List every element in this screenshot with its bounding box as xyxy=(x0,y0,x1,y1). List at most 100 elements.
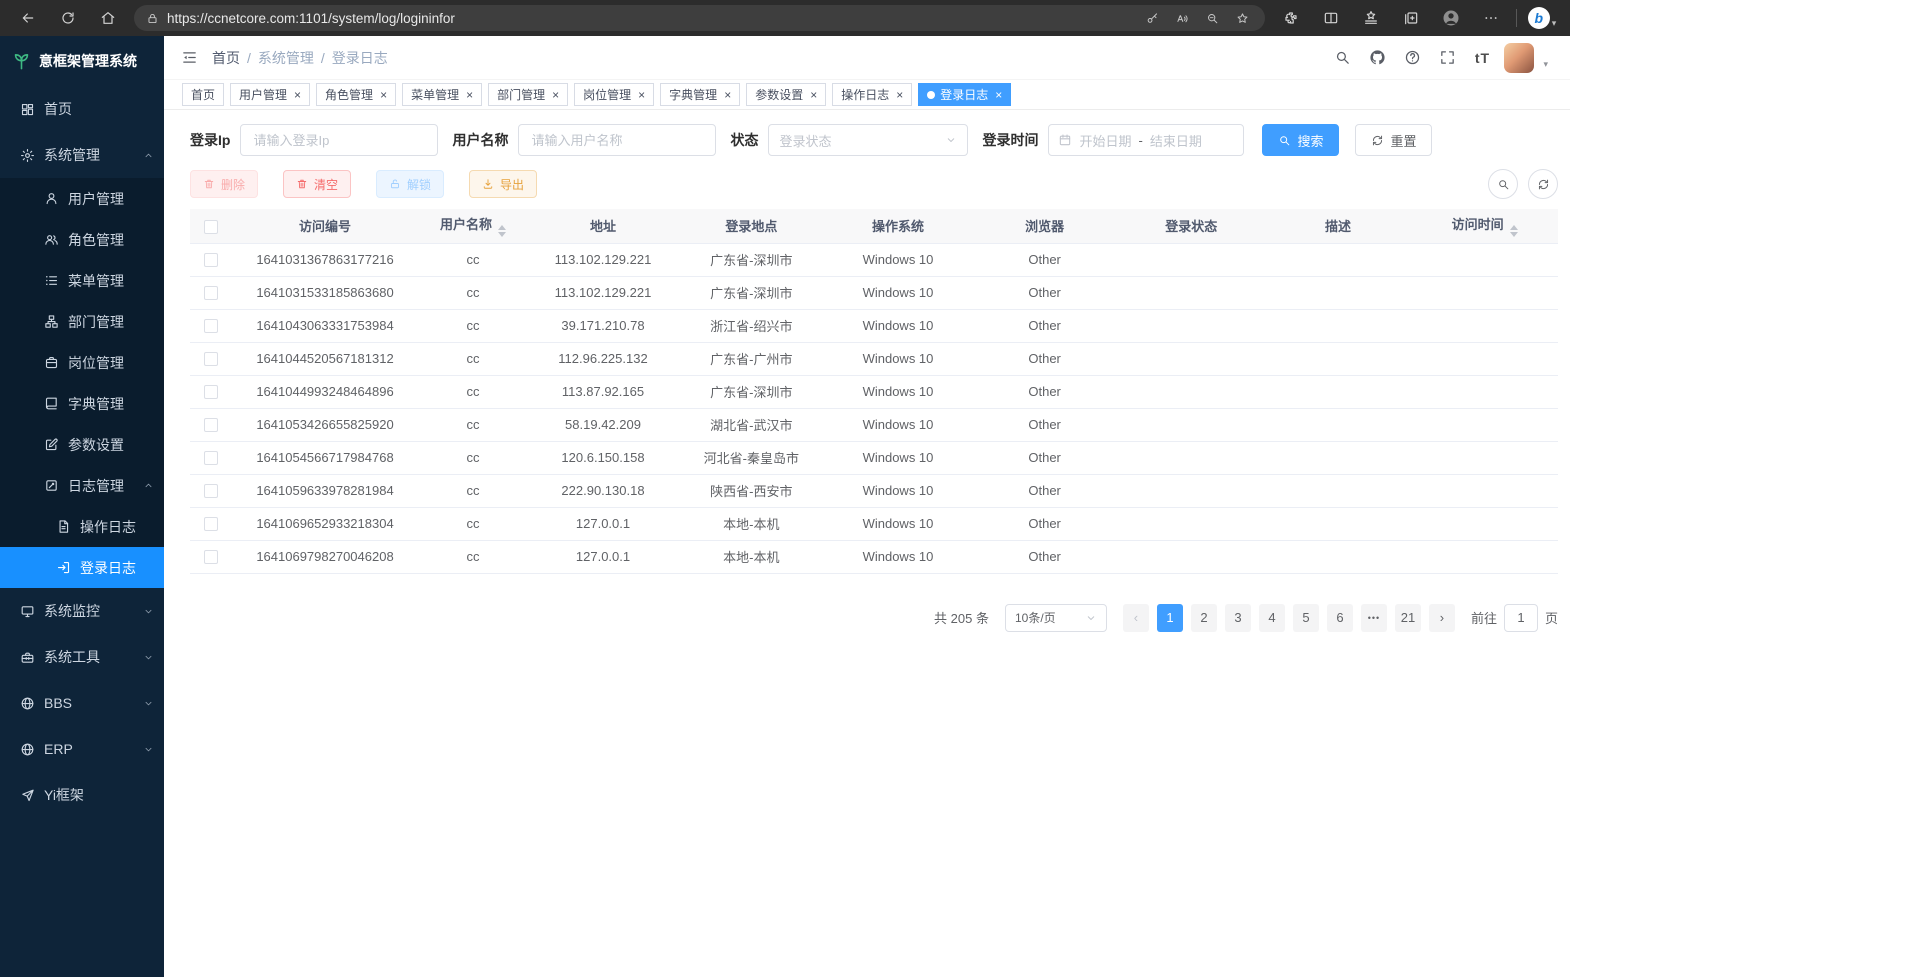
user-name-input[interactable] xyxy=(518,124,716,156)
row-checkbox[interactable] xyxy=(204,517,218,531)
sidebar-item-system-monitor[interactable]: 系统监控 xyxy=(0,588,164,634)
collections-button[interactable] xyxy=(1391,3,1431,33)
sort-descending-icon[interactable] xyxy=(498,232,506,237)
row-checkbox[interactable] xyxy=(204,352,218,366)
page-button-3[interactable]: 3 xyxy=(1225,604,1251,632)
row-checkbox[interactable] xyxy=(204,253,218,267)
zoom-button[interactable] xyxy=(1197,6,1227,30)
tab-post-management[interactable]: 岗位管理× xyxy=(574,83,654,106)
close-tab-icon[interactable]: × xyxy=(896,89,903,101)
page-button-1[interactable]: 1 xyxy=(1157,604,1183,632)
refresh-table-button[interactable] xyxy=(1528,169,1558,199)
export-button[interactable]: 导出 xyxy=(469,170,537,198)
row-checkbox[interactable] xyxy=(204,451,218,465)
add-favorite-button[interactable] xyxy=(1227,6,1257,30)
page-button-6[interactable]: 6 xyxy=(1327,604,1353,632)
sidebar-item-role-management[interactable]: 角色管理 xyxy=(0,219,164,260)
page-size-select[interactable]: 10条/页 xyxy=(1005,604,1107,632)
sidebar-item-menu-management[interactable]: 菜单管理 xyxy=(0,260,164,301)
password-key-button[interactable] xyxy=(1137,6,1167,30)
browser-profile-button[interactable] xyxy=(1431,3,1471,33)
tab-menu-management[interactable]: 菜单管理× xyxy=(402,83,482,106)
row-checkbox[interactable] xyxy=(204,550,218,564)
tab-dept-management[interactable]: 部门管理× xyxy=(488,83,568,106)
read-aloud-button[interactable] xyxy=(1167,6,1197,30)
row-checkbox[interactable] xyxy=(204,319,218,333)
close-tab-icon[interactable]: × xyxy=(466,89,473,101)
sidebar-item-user-management[interactable]: 用户管理 xyxy=(0,178,164,219)
sort-ascending-icon[interactable] xyxy=(1510,225,1518,230)
sidebar-item-operation-log[interactable]: 操作日志 xyxy=(0,506,164,547)
sidebar-item-login-log[interactable]: 登录日志 xyxy=(0,547,164,588)
close-tab-icon[interactable]: × xyxy=(638,89,645,101)
close-tab-icon[interactable]: × xyxy=(294,89,301,101)
font-size-button[interactable]: tT xyxy=(1469,45,1495,71)
close-tab-icon[interactable]: × xyxy=(380,89,387,101)
page-button-5[interactable]: 5 xyxy=(1293,604,1319,632)
header-search-button[interactable] xyxy=(1329,45,1355,71)
tab-user-management[interactable]: 用户管理× xyxy=(230,83,310,106)
close-tab-icon[interactable]: × xyxy=(810,89,817,101)
breadcrumb-home[interactable]: 首页 xyxy=(212,48,240,68)
page-button-2[interactable]: 2 xyxy=(1191,604,1217,632)
reset-button[interactable]: 重置 xyxy=(1355,124,1432,156)
extensions-button[interactable] xyxy=(1271,3,1311,33)
next-page-button[interactable]: › xyxy=(1429,604,1455,632)
clear-button[interactable]: 清空 xyxy=(283,170,351,198)
sidebar-item-param-settings[interactable]: 参数设置 xyxy=(0,424,164,465)
close-tab-icon[interactable]: × xyxy=(995,89,1002,101)
sort-descending-icon[interactable] xyxy=(1510,232,1518,237)
breadcrumb-system-management[interactable]: 系统管理 xyxy=(258,48,314,68)
help-button[interactable] xyxy=(1399,45,1425,71)
browser-back-button[interactable] xyxy=(8,3,48,33)
sidebar-item-system-tools[interactable]: 系统工具 xyxy=(0,634,164,680)
row-checkbox[interactable] xyxy=(204,385,218,399)
previous-page-button[interactable]: ‹ xyxy=(1123,604,1149,632)
tab-dict-management[interactable]: 字典管理× xyxy=(660,83,740,106)
address-bar[interactable]: https://ccnetcore.com:1101/system/log/lo… xyxy=(134,5,1265,31)
row-checkbox[interactable] xyxy=(204,286,218,300)
search-button[interactable]: 搜索 xyxy=(1262,124,1339,156)
sidebar-item-yi-framework[interactable]: Yi框架 xyxy=(0,772,164,818)
jump-page-input[interactable] xyxy=(1504,604,1538,632)
tab-param-settings[interactable]: 参数设置× xyxy=(746,83,826,106)
sidebar-item-post-management[interactable]: 岗位管理 xyxy=(0,342,164,383)
favorites-bar-button[interactable] xyxy=(1351,3,1391,33)
close-tab-icon[interactable]: × xyxy=(724,89,731,101)
url-text[interactable]: https://ccnetcore.com:1101/system/log/lo… xyxy=(167,11,1137,26)
select-all-checkbox[interactable] xyxy=(204,220,218,234)
sidebar-item-bbs[interactable]: BBS xyxy=(0,680,164,726)
delete-button[interactable]: 删除 xyxy=(190,170,258,198)
sort-carets[interactable] xyxy=(1510,225,1518,237)
browser-settings-button[interactable] xyxy=(1471,3,1511,33)
close-tab-icon[interactable]: × xyxy=(552,89,559,101)
site-info-icon[interactable] xyxy=(146,12,159,25)
more-pages-button[interactable]: ••• xyxy=(1361,604,1387,632)
sidebar-collapse-button[interactable] xyxy=(176,45,202,71)
row-checkbox[interactable] xyxy=(204,484,218,498)
split-screen-button[interactable] xyxy=(1311,3,1351,33)
copilot-button[interactable]: b ▾ xyxy=(1522,3,1562,33)
sort-ascending-icon[interactable] xyxy=(498,225,506,230)
login-time-range-picker[interactable]: 开始日期 - 结束日期 xyxy=(1048,124,1244,156)
tab-login-log[interactable]: 登录日志× xyxy=(918,83,1011,106)
user-avatar[interactable] xyxy=(1504,43,1534,73)
tab-operation-log[interactable]: 操作日志× xyxy=(832,83,912,106)
page-button-21[interactable]: 21 xyxy=(1395,604,1421,632)
login-ip-input[interactable] xyxy=(240,124,438,156)
tab-home[interactable]: 首页 xyxy=(182,83,224,106)
page-button-4[interactable]: 4 xyxy=(1259,604,1285,632)
row-checkbox[interactable] xyxy=(204,418,218,432)
sort-carets[interactable] xyxy=(498,225,506,237)
sidebar-item-erp[interactable]: ERP xyxy=(0,726,164,772)
sidebar-item-system-management[interactable]: 系统管理 xyxy=(0,132,164,178)
sidebar-item-log-management[interactable]: 日志管理 xyxy=(0,465,164,506)
status-select[interactable]: 登录状态 xyxy=(768,124,968,156)
sidebar-item-dept-management[interactable]: 部门管理 xyxy=(0,301,164,342)
toggle-search-button[interactable] xyxy=(1488,169,1518,199)
tab-role-management[interactable]: 角色管理× xyxy=(316,83,396,106)
sidebar-item-home[interactable]: 首页 xyxy=(0,86,164,132)
browser-refresh-button[interactable] xyxy=(48,3,88,33)
browser-home-button[interactable] xyxy=(88,3,128,33)
sidebar-item-dict-management[interactable]: 字典管理 xyxy=(0,383,164,424)
